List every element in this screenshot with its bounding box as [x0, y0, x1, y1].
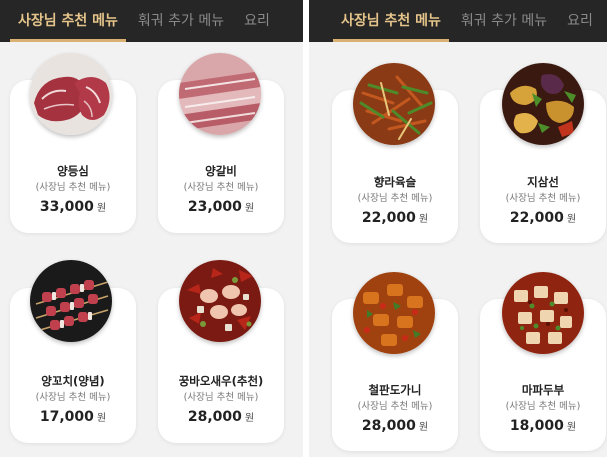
- price-unit: 원: [96, 413, 107, 424]
- menu-item-name: 양등심: [57, 164, 89, 178]
- menu-item-price: 28,000 원: [158, 409, 284, 425]
- di-san-xian-photo: [502, 63, 584, 145]
- menu-item-name: 향라육슬: [373, 175, 417, 189]
- menu-item-subtitle: (사장님 추천 메뉴): [505, 401, 581, 412]
- menu-item-price: 17,000 원: [10, 409, 136, 425]
- spicy-shredded-pork-photo: [353, 63, 435, 145]
- app-stage: 사장님 추천 메뉴 훠궈 추가 메뉴 요리 양등심 (사장님 추천 메뉴) 33…: [0, 0, 607, 457]
- iron-plate-tendon-photo: [353, 272, 435, 354]
- menu-item-name: 마파두부: [521, 383, 565, 397]
- price-unit: 원: [244, 413, 255, 424]
- lamb-skewer-photo: [30, 260, 112, 342]
- price-unit: 원: [418, 214, 429, 225]
- lamb-rib-photo: [179, 53, 261, 135]
- category-tab-bar: 사장님 추천 메뉴 훠궈 추가 메뉴 요리: [309, 0, 607, 42]
- menu-item-price: 23,000 원: [158, 199, 284, 215]
- menu-item-price: 22,000 원: [332, 210, 458, 226]
- menu-screen-right: 사장님 추천 메뉴 훠궈 추가 메뉴 요리 향라육슬 (사장님 추천 메뉴) 2…: [309, 0, 607, 457]
- lamb-loin-photo: [30, 53, 112, 135]
- menu-item-price: 33,000 원: [10, 199, 136, 215]
- menu-item-name: 꿍바오새우(추천): [178, 374, 264, 388]
- price-unit: 원: [418, 422, 429, 433]
- menu-item-subtitle: (사장님 추천 메뉴): [183, 182, 259, 193]
- tab-owner-recommended[interactable]: 사장님 추천 메뉴: [333, 0, 449, 42]
- price-value: 28,000: [187, 409, 242, 425]
- tab-dishes[interactable]: 요리: [244, 0, 270, 42]
- menu-item-subtitle: (사장님 추천 메뉴): [35, 392, 111, 403]
- price-unit: 원: [244, 203, 255, 214]
- price-value: 17,000: [39, 409, 94, 425]
- tab-dishes[interactable]: 요리: [567, 0, 593, 42]
- menu-item-price: 22,000 원: [480, 210, 606, 226]
- menu-item-price: 28,000 원: [332, 418, 458, 434]
- price-unit: 원: [96, 203, 107, 214]
- menu-item-subtitle: (사장님 추천 메뉴): [35, 182, 111, 193]
- mapo-tofu-photo: [502, 272, 584, 354]
- price-value: 22,000: [361, 210, 416, 226]
- kung-pao-shrimp-photo: [179, 260, 261, 342]
- menu-item-name: 지삼선: [527, 175, 559, 189]
- menu-item-name: 양꼬치(양념): [41, 374, 105, 388]
- tab-owner-recommended[interactable]: 사장님 추천 메뉴: [10, 0, 126, 42]
- tab-hotpot-extra[interactable]: 훠궈 추가 메뉴: [138, 0, 224, 42]
- price-value: 18,000: [509, 418, 564, 434]
- menu-item-subtitle: (사장님 추천 메뉴): [505, 193, 581, 204]
- menu-item-name: 양갈비: [205, 164, 237, 178]
- price-value: 33,000: [39, 199, 94, 215]
- menu-item-price: 18,000 원: [480, 418, 606, 434]
- price-value: 23,000: [187, 199, 242, 215]
- price-value: 22,000: [509, 210, 564, 226]
- tab-hotpot-extra[interactable]: 훠궈 추가 메뉴: [461, 0, 547, 42]
- menu-item-subtitle: (사장님 추천 메뉴): [357, 401, 433, 412]
- menu-item-name: 철판도가니: [368, 383, 422, 397]
- menu-screen-left: 사장님 추천 메뉴 훠궈 추가 메뉴 요리 양등심 (사장님 추천 메뉴) 33…: [0, 0, 303, 457]
- price-unit: 원: [566, 422, 577, 433]
- menu-item-subtitle: (사장님 추천 메뉴): [357, 193, 433, 204]
- category-tab-bar: 사장님 추천 메뉴 훠궈 추가 메뉴 요리: [0, 0, 303, 42]
- price-value: 28,000: [361, 418, 416, 434]
- price-unit: 원: [566, 214, 577, 225]
- menu-item-subtitle: (사장님 추천 메뉴): [183, 392, 259, 403]
